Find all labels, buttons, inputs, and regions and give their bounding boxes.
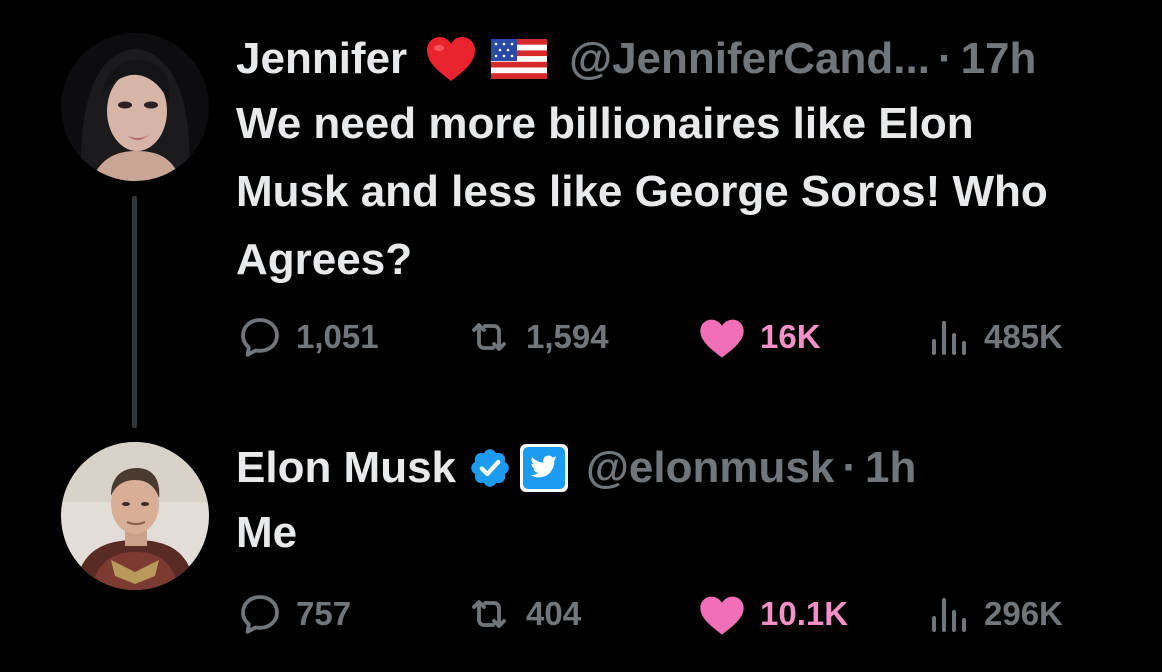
avatar-portrait-woman (61, 33, 209, 181)
separator-dot: · (937, 34, 953, 83)
twitter-bird-icon (518, 442, 570, 494)
separator-dot: · (842, 443, 857, 492)
tweet-header: Elon Musk @elonmusk · 1h (236, 437, 1162, 499)
timestamp[interactable]: 17h (961, 28, 1037, 90)
reply-count: 1,051 (296, 318, 379, 355)
display-name[interactable]: Elon Musk (236, 437, 456, 499)
avatar-elon-musk[interactable] (61, 442, 209, 590)
retweet-count: 404 (526, 595, 582, 632)
heart-filled-icon (700, 319, 744, 358)
like-button[interactable]: 10.1K (696, 584, 848, 644)
tweet-thread: Jennifer @JenniferCand... · 17h We need … (0, 0, 1162, 672)
views-button[interactable]: 485K (928, 307, 1063, 367)
retweet-icon (472, 600, 506, 628)
views-count: 296K (984, 595, 1063, 632)
reply-icon (241, 595, 279, 634)
thread-connector-line (132, 196, 137, 428)
timestamp[interactable]: 1h (865, 437, 916, 499)
handle[interactable]: @elonmusk (586, 437, 834, 499)
avatar-jennifer[interactable] (61, 33, 209, 181)
verified-badge-icon[interactable] (468, 446, 512, 490)
like-count: 10.1K (760, 595, 849, 632)
reply-button[interactable]: 1,051 (236, 307, 379, 367)
tweet-elon-musk[interactable]: Elon Musk @elonmusk · 1h Me (236, 437, 1162, 567)
reply-button[interactable]: 757 (236, 584, 351, 644)
views-count: 485K (984, 318, 1063, 355)
retweet-button[interactable]: 1,594 (464, 307, 609, 367)
avatar-portrait-man (61, 442, 209, 590)
reply-icon (241, 318, 279, 357)
retweet-icon (472, 323, 506, 351)
us-flag-emoji-icon (491, 39, 548, 79)
heart-emoji-icon (425, 35, 477, 83)
display-name[interactable]: Jennifer (236, 28, 407, 90)
like-button[interactable]: 16K (696, 307, 821, 367)
tweet-jennifer[interactable]: Jennifer @JenniferCand... · 17h We need … (236, 28, 1162, 294)
retweet-button[interactable]: 404 (464, 584, 581, 644)
views-chart-icon (932, 598, 966, 632)
retweet-count: 1,594 (526, 318, 609, 355)
views-chart-icon (932, 321, 966, 355)
tweet-text: We need more billionaires like Elon Musk… (236, 99, 1048, 284)
tweet-text: Me (236, 508, 298, 557)
heart-filled-icon (700, 596, 744, 635)
like-count: 16K (760, 318, 821, 355)
views-button[interactable]: 296K (928, 584, 1063, 644)
reply-count: 757 (296, 595, 352, 632)
tweet-header: Jennifer @JenniferCand... · 17h (236, 28, 1162, 90)
handle[interactable]: @JenniferCand... (569, 28, 930, 90)
